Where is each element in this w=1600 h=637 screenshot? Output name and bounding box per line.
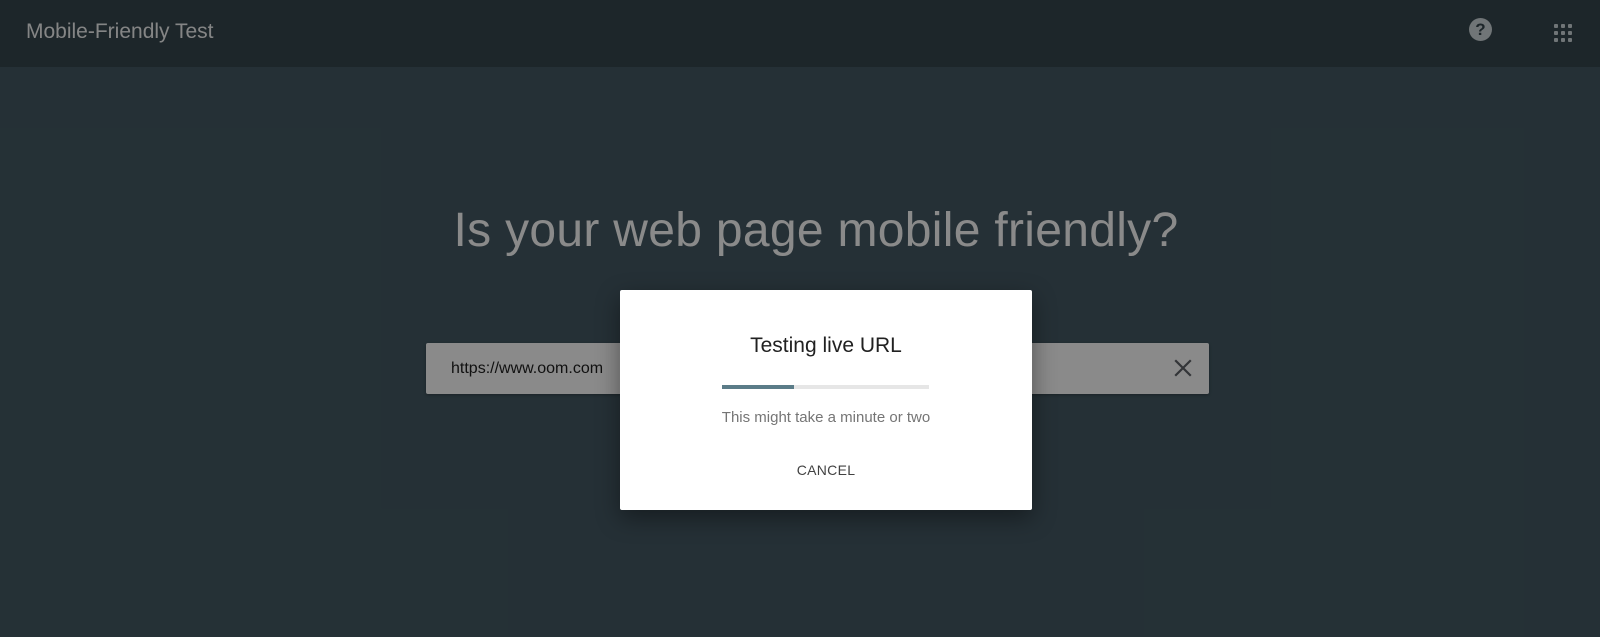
progress-bar-fill — [722, 385, 795, 389]
progress-bar — [722, 385, 929, 389]
testing-dialog: Testing live URL This might take a minut… — [620, 290, 1032, 510]
dialog-title: Testing live URL — [750, 334, 902, 357]
dialog-message: This might take a minute or two — [721, 409, 931, 426]
cancel-button[interactable]: CANCEL — [786, 452, 866, 488]
